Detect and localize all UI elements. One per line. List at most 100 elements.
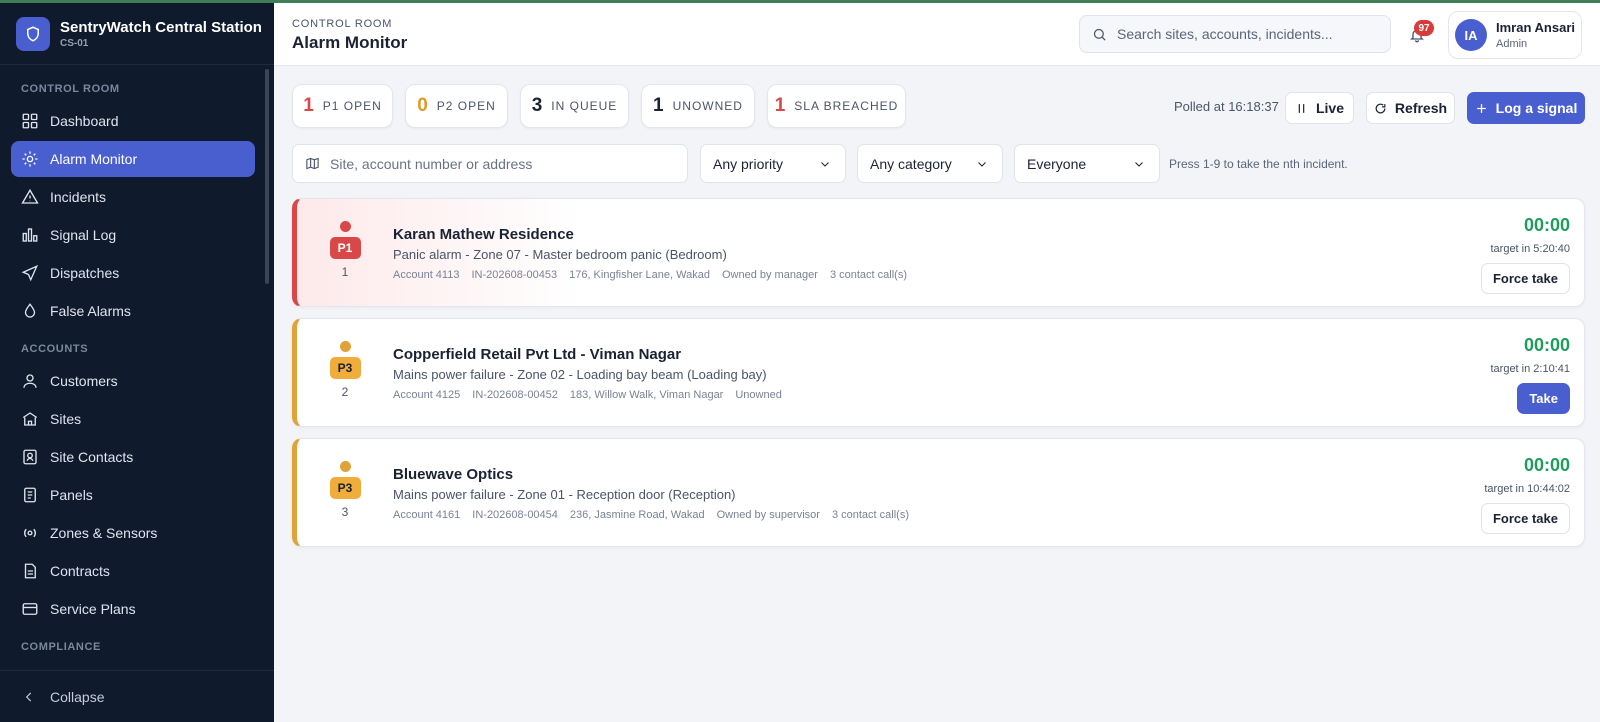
sidebar-item-label: Site Contacts	[50, 449, 134, 465]
chevron-down-icon	[1135, 161, 1143, 167]
stat-value: 1	[653, 95, 664, 116]
incident-meta: Account 4113 IN-202608-00453 176, Kingfi…	[393, 269, 919, 281]
take-button[interactable]: Take	[1517, 383, 1570, 414]
priority-badge: P1	[329, 237, 361, 259]
send-icon	[21, 264, 39, 282]
chevron-down-icon	[821, 161, 829, 167]
contact-icon	[23, 449, 37, 465]
plus-icon	[1476, 103, 1486, 113]
incident-card[interactable]: P3 3 Bluewave Optics Mains power failure…	[292, 438, 1585, 547]
sidebar-scrollbar[interactable]	[265, 69, 269, 284]
sidebar-item-sites[interactable]: Sites	[11, 401, 255, 437]
search-input[interactable]	[1117, 26, 1377, 42]
refresh-button[interactable]: Refresh	[1366, 92, 1455, 124]
stat-in-queue[interactable]: 3 IN QUEUE	[520, 84, 629, 128]
stat-label: UNOWNED	[672, 99, 743, 113]
global-search[interactable]	[1079, 15, 1391, 53]
chevron-left-icon	[25, 692, 32, 701]
status-dot	[339, 221, 351, 232]
priority-select[interactable]: Any priority	[700, 144, 846, 183]
sidebar-item-label: Service Plans	[50, 601, 136, 617]
user-icon	[23, 374, 37, 388]
live-label: Live	[1315, 100, 1344, 116]
sidebar-item-label: Dashboard	[50, 113, 119, 129]
brand-code: CS-01	[60, 37, 89, 49]
sla-target: target in 10:44:02	[1484, 483, 1570, 495]
sla-target: target in 2:10:41	[1490, 363, 1570, 375]
incident-title: Copperfield Retail Pvt Ltd - Viman Nagar	[393, 346, 682, 363]
incident-description: Mains power failure - Zone 01 - Receptio…	[393, 487, 736, 502]
priority-badge: P3	[329, 477, 361, 499]
sidebar-item-alarm-monitor[interactable]: Alarm Monitor	[11, 141, 255, 177]
search-icon	[1093, 28, 1106, 41]
incident-meta: Account 4161 IN-202608-00454 236, Jasmin…	[393, 509, 921, 521]
category-select-value: Any category	[870, 155, 952, 172]
bar-chart-icon	[22, 228, 38, 242]
sidebar-item-contracts[interactable]: Contracts	[11, 553, 255, 589]
site-address: 183, Willow Walk, Viman Nagar	[569, 389, 724, 401]
incident-id: IN-202608-00452	[472, 389, 558, 401]
queue-rank: 3	[341, 505, 349, 519]
sidebar-item-panels[interactable]: Panels	[11, 477, 255, 513]
stat-label: P1 OPEN	[322, 99, 382, 113]
brand[interactable]: SentryWatch Central Station CS-01	[0, 3, 274, 65]
sidebar-item-false-alarms[interactable]: False Alarms	[11, 293, 255, 329]
status-dot	[339, 341, 351, 352]
account-number: Account 4161	[393, 509, 461, 521]
sensor-icon	[24, 528, 36, 538]
incident-description: Panic alarm - Zone 07 - Master bedroom p…	[393, 247, 727, 262]
chevron-down-icon	[978, 161, 986, 167]
nav-section-accounts: ACCOUNTS	[21, 343, 89, 355]
queue-rank: 1	[341, 265, 349, 279]
log-signal-label: Log a signal	[1495, 100, 1578, 116]
sidebar-item-label: Signal Log	[50, 227, 117, 243]
sidebar-item-incidents[interactable]: Incidents	[11, 179, 255, 215]
sla-target: target in 5:20:40	[1490, 243, 1570, 255]
sidebar-item-customers[interactable]: Customers	[11, 363, 255, 399]
site-filter[interactable]	[292, 144, 688, 183]
contact-calls: 3 contact call(s)	[831, 509, 909, 521]
force-take-button[interactable]: Force take	[1480, 263, 1570, 294]
sidebar-item-zones-sensors[interactable]: Zones & Sensors	[11, 515, 255, 551]
drop-icon	[24, 303, 36, 318]
incident-card[interactable]: P1 1 Karan Mathew Residence Panic alarm …	[292, 198, 1585, 307]
stat-value: 1	[774, 95, 786, 116]
alarm-icon	[22, 151, 38, 167]
stat-p1-open[interactable]: 1 P1 OPEN	[292, 84, 393, 128]
sidebar-item-dispatches[interactable]: Dispatches	[11, 255, 255, 291]
stat-value: 1	[303, 95, 314, 116]
collapse-button[interactable]: Collapse	[0, 670, 274, 722]
user-name: Imran Ansari	[1496, 20, 1575, 35]
sidebar-item-label: Panels	[50, 487, 93, 503]
category-select[interactable]: Any category	[857, 144, 1003, 183]
warning-icon	[21, 188, 39, 204]
brand-title: SentryWatch Central Station	[60, 18, 262, 36]
owner-select[interactable]: Everyone	[1014, 144, 1160, 183]
sidebar-item-site-contacts[interactable]: Site Contacts	[11, 439, 255, 475]
user-menu[interactable]: IA Imran Ansari Admin	[1448, 11, 1582, 59]
sidebar-item-dashboard[interactable]: Dashboard	[11, 103, 255, 139]
sla-timer: 00:00	[1523, 455, 1570, 475]
collapse-label: Collapse	[50, 688, 105, 705]
incident-description: Mains power failure - Zone 02 - Loading …	[393, 367, 767, 382]
stat-unowned[interactable]: 1 UNOWNED	[641, 84, 755, 128]
priority-indicator: P1 1	[328, 221, 362, 279]
incident-title: Bluewave Optics	[393, 466, 514, 483]
stat-sla-breached[interactable]: 1 SLA BREACHED	[767, 84, 906, 128]
refresh-label: Refresh	[1394, 100, 1448, 116]
force-take-button[interactable]: Force take	[1480, 503, 1570, 534]
queue-rank: 2	[341, 385, 349, 399]
shield-logo-icon	[16, 16, 50, 51]
keyboard-hint: Press 1-9 to take the nth incident.	[1169, 157, 1348, 171]
sidebar-item-service-plans[interactable]: Service Plans	[11, 591, 255, 627]
stat-label: IN QUEUE	[551, 99, 618, 113]
incident-card[interactable]: P3 2 Copperfield Retail Pvt Ltd - Viman …	[292, 318, 1585, 427]
log-signal-button[interactable]: Log a signal	[1467, 92, 1585, 124]
account-number: Account 4125	[393, 389, 461, 401]
stat-p2-open[interactable]: 0 P2 OPEN	[405, 84, 508, 128]
live-button[interactable]: Live	[1285, 92, 1354, 124]
card-icon	[22, 603, 38, 615]
building-icon	[22, 412, 38, 426]
site-filter-input[interactable]	[330, 155, 670, 172]
sidebar-item-signal-log[interactable]: Signal Log	[11, 217, 255, 253]
